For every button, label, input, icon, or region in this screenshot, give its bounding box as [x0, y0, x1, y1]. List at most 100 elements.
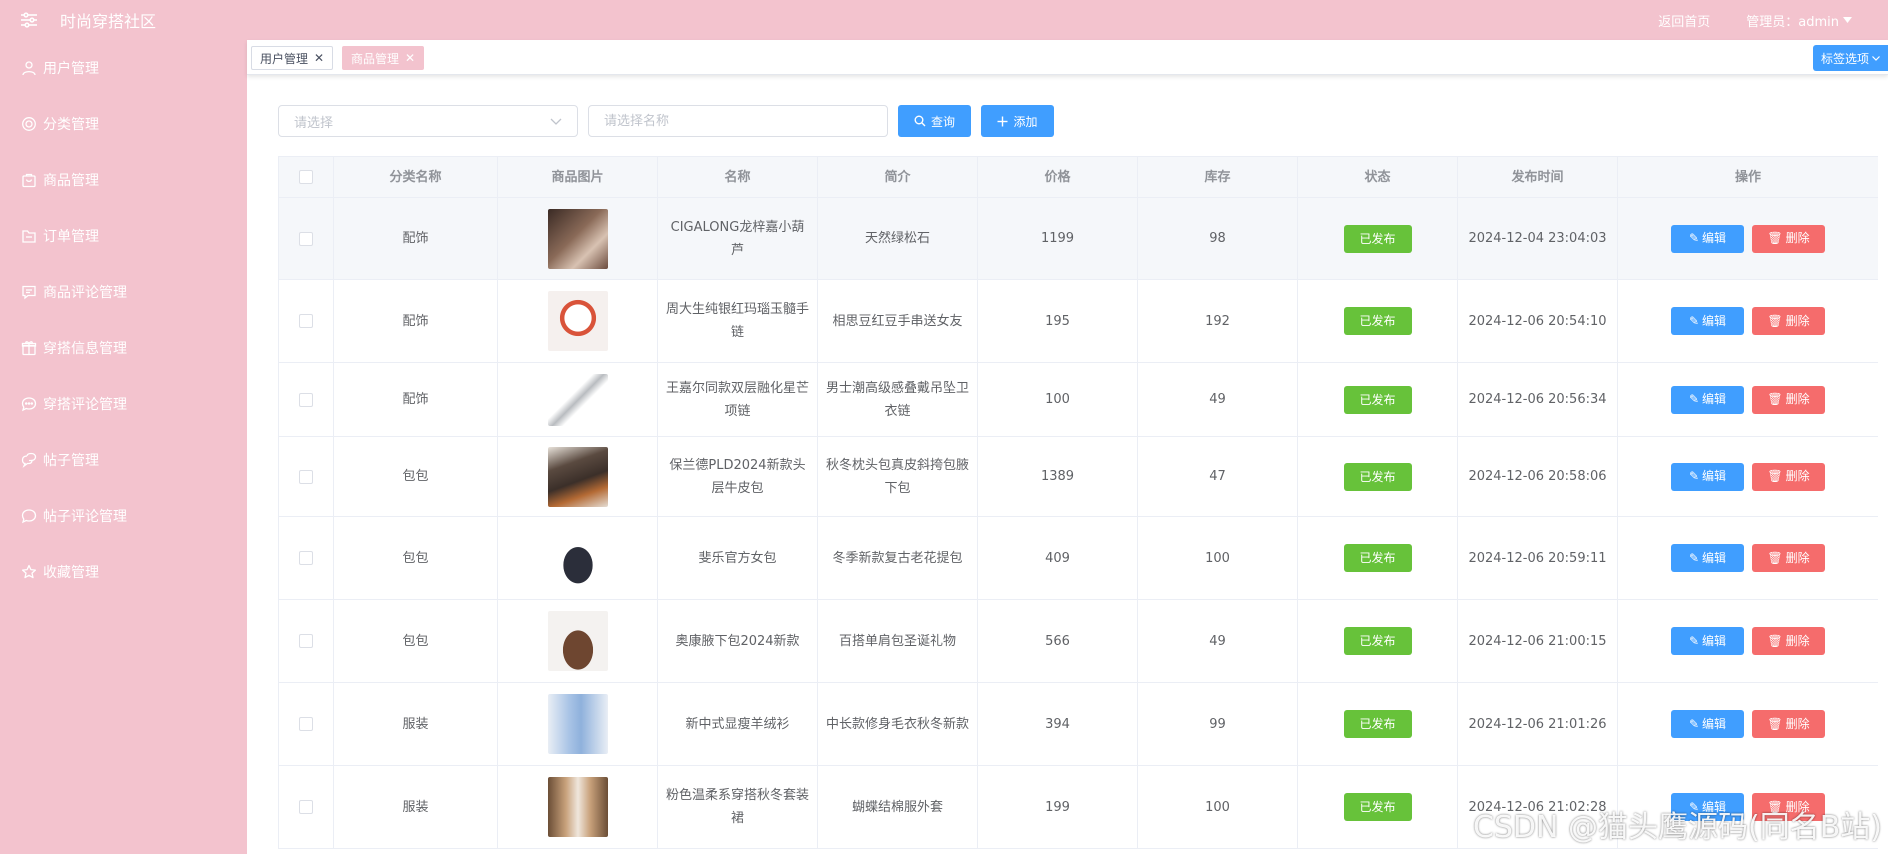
select-all-checkbox[interactable] — [299, 170, 313, 184]
delete-label: 删除 — [1785, 469, 1810, 483]
brand: 时尚穿搭社区 — [20, 0, 156, 40]
edit-button[interactable]: ✎ 编辑 — [1671, 385, 1744, 414]
add-button[interactable]: 添加 — [981, 105, 1054, 137]
delete-button[interactable]: 🗑 删除 — [1752, 462, 1825, 491]
cell-publish-time: 2024-12-04 23:04:03 — [1457, 197, 1618, 280]
delete-button[interactable]: 🗑 删除 — [1752, 385, 1825, 414]
delete-button[interactable]: 🗑 删除 — [1752, 224, 1825, 253]
edit-button[interactable]: ✎ 编辑 — [1671, 793, 1744, 821]
cell-stock: 98 — [1137, 197, 1298, 280]
edit-button[interactable]: ✎ 编辑 — [1671, 627, 1744, 655]
header-status: 状态 — [1297, 156, 1458, 198]
pencil-icon: ✎ — [1688, 392, 1700, 406]
cell-stock: 49 — [1137, 362, 1298, 437]
edit-label: 编辑 — [1702, 799, 1727, 814]
edit-button[interactable]: ✎ 编辑 — [1671, 307, 1744, 335]
user-icon — [22, 61, 36, 76]
home-link[interactable]: 返回首页 — [1658, 11, 1710, 30]
header-intro: 简介 — [817, 156, 978, 198]
edit-button[interactable]: ✎ 编辑 — [1671, 544, 1744, 572]
edit-button[interactable]: ✎ 编辑 — [1671, 224, 1744, 253]
chevron-down-icon — [550, 118, 562, 125]
cell-stock: 100 — [1137, 516, 1298, 600]
edit-label: 编辑 — [1702, 633, 1727, 648]
category-select[interactable]: 请选择 — [278, 105, 578, 137]
cell-price: 1199 — [977, 197, 1138, 280]
cell-category: 包包 — [333, 599, 498, 683]
delete-label: 删除 — [1785, 231, 1810, 245]
row-checkbox[interactable] — [299, 551, 313, 565]
sidebar-item-outfit-info[interactable]: 穿搭信息管理 — [0, 320, 247, 376]
close-icon[interactable]: ✕ — [405, 51, 415, 65]
header-name: 名称 — [657, 156, 818, 198]
select-all-cell — [278, 156, 334, 198]
row-checkbox[interactable] — [299, 800, 313, 814]
sidebar-item-label: 收藏管理 — [43, 565, 99, 581]
tag-options-button[interactable]: 标签选项 — [1813, 45, 1888, 71]
delete-button[interactable]: 🗑 删除 — [1752, 544, 1825, 572]
cell-publish-time: 2024-12-06 20:59:11 — [1457, 516, 1618, 600]
sidebar-item-categories[interactable]: 分类管理 — [0, 96, 247, 152]
row-checkbox[interactable] — [299, 469, 313, 484]
edit-label: 编辑 — [1702, 313, 1727, 328]
cell-intro: 冬季新款复古老花提包 — [817, 516, 978, 600]
status-badge: 已发布 — [1343, 462, 1412, 491]
admin-menu[interactable]: 管理员：admin — [1746, 11, 1852, 30]
edit-button[interactable]: ✎ 编辑 — [1671, 462, 1744, 491]
trash-icon: 🗑 — [1767, 799, 1783, 814]
sidebar-item-orders[interactable]: 订单管理 — [0, 208, 247, 264]
trash-icon: 🗑 — [1767, 469, 1783, 483]
row-checkbox[interactable] — [299, 717, 313, 731]
sidebar-item-post-comments[interactable]: 帖子评论管理 — [0, 488, 247, 544]
sidebar-item-goods[interactable]: 商品管理 — [0, 152, 247, 208]
query-button[interactable]: 查询 — [898, 105, 971, 137]
cell-name: 斐乐官方女包 — [657, 516, 818, 600]
cell-intro: 中长款修身毛衣秋冬新款 — [817, 682, 978, 766]
caret-down-icon — [1843, 17, 1852, 23]
cell-name: 保兰德PLD2024新款头层牛皮包 — [657, 436, 818, 517]
goods-table-wrapper: 分类名称 商品图片 名称 简介 价格 库存 状态 发布时间 操作 配饰 CIGA… — [278, 156, 1878, 854]
sidebar-item-label: 分类管理 — [43, 117, 99, 133]
trash-icon: 🗑 — [1767, 392, 1783, 406]
tag-user-management[interactable]: 用户管理 ✕ — [251, 46, 334, 70]
sidebar-item-outfit-comments[interactable]: 穿搭评论管理 — [0, 376, 247, 432]
sliders-icon[interactable] — [20, 12, 38, 28]
cell-price: 199 — [977, 765, 1138, 849]
product-image — [547, 291, 608, 351]
delete-button[interactable]: 🗑 删除 — [1752, 307, 1825, 335]
row-checkbox[interactable] — [299, 231, 313, 246]
edit-label: 编辑 — [1702, 469, 1727, 483]
sidebar-item-goods-comments[interactable]: 商品评论管理 — [0, 264, 247, 320]
row-checkbox[interactable] — [299, 392, 313, 407]
edit-label: 编辑 — [1702, 231, 1727, 245]
edit-label: 编辑 — [1702, 392, 1727, 406]
cell-price: 394 — [977, 682, 1138, 766]
goods-icon — [22, 173, 36, 188]
row-checkbox[interactable] — [299, 634, 313, 648]
edit-button[interactable]: ✎ 编辑 — [1671, 710, 1744, 738]
sidebar-item-label: 穿搭信息管理 — [43, 341, 127, 357]
sidebar-item-posts[interactable]: 帖子管理 — [0, 432, 247, 488]
table-row: 包包 奥康腋下包2024新款 百搭单肩包圣诞礼物 566 49 已发布 2024… — [278, 599, 1878, 683]
sidebar-item-users[interactable]: 用户管理 — [0, 40, 247, 96]
cell-stock: 100 — [1137, 765, 1298, 849]
delete-button[interactable]: 🗑 删除 — [1752, 710, 1825, 738]
tag-goods-management[interactable]: 商品管理 ✕ — [342, 46, 425, 70]
star-icon — [21, 564, 37, 579]
cell-category: 配饰 — [333, 279, 498, 363]
name-search-input[interactable] — [588, 105, 888, 137]
tags-bar: 用户管理 ✕ 商品管理 ✕ 标签选项 — [247, 40, 1888, 75]
delete-button[interactable]: 🗑 删除 — [1752, 793, 1825, 821]
row-checkbox[interactable] — [299, 314, 313, 328]
cell-publish-time: 2024-12-06 20:58:06 — [1457, 436, 1618, 517]
cell-name: 新中式显瘦羊绒衫 — [657, 682, 818, 766]
close-icon[interactable]: ✕ — [314, 51, 324, 65]
outfit-icon — [21, 341, 37, 356]
chevron-down-icon — [1872, 55, 1880, 61]
table-header-row: 分类名称 商品图片 名称 简介 价格 库存 状态 发布时间 操作 — [278, 156, 1878, 198]
cell-intro: 男士潮高级感叠戴吊坠卫衣链 — [817, 362, 978, 437]
delete-button[interactable]: 🗑 删除 — [1752, 627, 1825, 655]
cell-publish-time: 2024-12-06 21:00:15 — [1457, 599, 1618, 683]
sidebar-item-favorites[interactable]: 收藏管理 — [0, 544, 247, 600]
cell-publish-time: 2024-12-06 20:56:34 — [1457, 362, 1618, 437]
